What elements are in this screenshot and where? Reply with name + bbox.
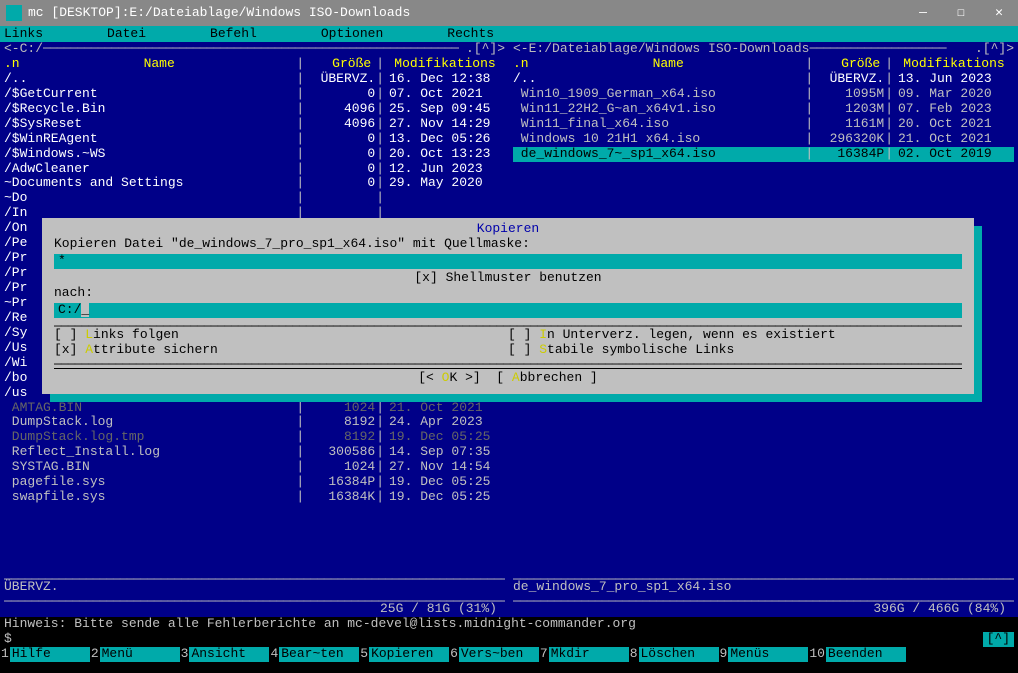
file-row[interactable]: AMTAG.BIN|1024|21. Oct 2021 bbox=[4, 401, 505, 416]
panels: <- C:/ ─────────────────────────────────… bbox=[0, 42, 1018, 617]
maximize-button[interactable]: ☐ bbox=[942, 0, 980, 26]
file-row[interactable]: /..|ÜBERVZ.|16. Dec 12:38 bbox=[4, 72, 505, 87]
fkey-1[interactable]: 1Hilfe bbox=[0, 647, 90, 662]
file-row[interactable]: /$SysReset|4096|27. Nov 14:29 bbox=[4, 117, 505, 132]
file-row[interactable]: DumpStack.log|8192|24. Apr 2023 bbox=[4, 415, 505, 430]
prompt-bar[interactable]: $ [^] bbox=[0, 632, 1018, 647]
fkey-9[interactable]: 9Menüs bbox=[719, 647, 809, 662]
file-row[interactable]: Win10_1909_German_x64.iso|1095M|09. Mar … bbox=[513, 87, 1014, 102]
file-row[interactable]: Win11_22H2_G~an_x64v1.iso|1203M|07. Feb … bbox=[513, 102, 1014, 117]
function-keys: 1Hilfe2Menü3Ansicht4Bear~ten5Kopieren6Ve… bbox=[0, 647, 1018, 662]
left-path[interactable]: C:/ bbox=[20, 42, 43, 57]
chk-links-folgen[interactable]: [ ] Links folgen bbox=[54, 328, 508, 343]
chk-unterverz[interactable]: [ ] In Unterverz. legen, wenn es existie… bbox=[508, 328, 962, 343]
file-row[interactable]: SYSTAG.BIN|1024|27. Nov 14:54 bbox=[4, 460, 505, 475]
dialog-dest-label: nach: bbox=[54, 286, 962, 301]
dialog-dest-input[interactable]: C:/_ bbox=[54, 303, 962, 318]
dialog-shellmuster[interactable]: [x] Shellmuster benutzen bbox=[54, 271, 962, 286]
right-prefix[interactable]: <- bbox=[513, 42, 529, 57]
menu-optionen[interactable]: Optionen bbox=[321, 27, 383, 42]
fkey-4[interactable]: 4Bear~ten bbox=[269, 647, 359, 662]
file-row[interactable]: Windows 10 21H1 x64.iso|296320K|21. Oct … bbox=[513, 132, 1014, 147]
dialog-title: Kopieren bbox=[54, 222, 962, 237]
right-footer: ────────────────────────────────────────… bbox=[513, 573, 1014, 617]
fkey-10[interactable]: 10Beenden bbox=[808, 647, 906, 662]
file-row[interactable]: ~Do|| bbox=[4, 191, 505, 206]
left-suffix[interactable]: .[^]> bbox=[466, 42, 505, 57]
close-button[interactable]: ✕ bbox=[980, 0, 1018, 26]
file-row[interactable]: /$GetCurrent|0|07. Oct 2021 bbox=[4, 87, 505, 102]
window-titlebar: mc [DESKTOP]:E:/Dateiablage/Windows ISO-… bbox=[0, 0, 1018, 26]
window-title: mc [DESKTOP]:E:/Dateiablage/Windows ISO-… bbox=[28, 6, 410, 21]
file-row[interactable]: swapfile.sys|16384K|19. Dec 05:25 bbox=[4, 490, 505, 505]
copy-dialog: Kopieren Kopieren Datei "de_windows_7_pr… bbox=[42, 218, 974, 394]
dialog-source-label: Kopieren Datei "de_windows_7_pro_sp1_x64… bbox=[54, 237, 962, 252]
left-col-header: .n Name| Größe| Modifikations bbox=[4, 57, 505, 72]
app-icon bbox=[6, 5, 22, 21]
fkey-8[interactable]: 8Löschen bbox=[629, 647, 719, 662]
menu-datei[interactable]: Datei bbox=[107, 27, 146, 42]
file-row[interactable]: /$Recycle.Bin|4096|25. Sep 09:45 bbox=[4, 102, 505, 117]
chk-attribute[interactable]: [x] Attribute sichern bbox=[54, 343, 508, 358]
dialog-source-input[interactable]: * bbox=[54, 254, 962, 269]
file-row[interactable]: Win11_final_x64.iso|1161M|20. Oct 2021 bbox=[513, 117, 1014, 132]
ok-button[interactable]: [< OK >] bbox=[418, 370, 480, 385]
file-row[interactable]: pagefile.sys|16384P|19. Dec 05:25 bbox=[4, 475, 505, 490]
fkey-7[interactable]: 7Mkdir bbox=[539, 647, 629, 662]
cancel-button[interactable]: [ Abbrechen ] bbox=[496, 370, 597, 385]
right-col-header: .n Name| Größe| Modifikations bbox=[513, 57, 1014, 72]
right-file-list[interactable]: /..|ÜBERVZ.|13. Jun 2023 Win10_1909_Germ… bbox=[513, 72, 1014, 162]
menu-links[interactable]: Links bbox=[4, 27, 43, 42]
file-row[interactable]: /AdwCleaner|0|12. Jun 2023 bbox=[4, 162, 505, 177]
fkey-5[interactable]: 5Kopieren bbox=[359, 647, 449, 662]
hint-bar: Hinweis: Bitte sende alle Fehlerberichte… bbox=[0, 617, 1018, 632]
left-footer: ────────────────────────────────────────… bbox=[4, 573, 505, 617]
file-row[interactable]: Reflect_Install.log|300586|14. Sep 07:35 bbox=[4, 445, 505, 460]
left-prefix[interactable]: <- bbox=[4, 42, 20, 57]
menubar: Links Datei Befehl Optionen Rechts bbox=[0, 26, 1018, 42]
file-row[interactable]: ~Documents and Settings|0|29. May 2020 bbox=[4, 176, 505, 191]
fkey-6[interactable]: 6Vers~ben bbox=[449, 647, 539, 662]
minimize-button[interactable]: — bbox=[904, 0, 942, 26]
file-row[interactable]: /$Windows.~WS|0|20. Oct 13:23 bbox=[4, 147, 505, 162]
file-row[interactable]: de_windows_7~_sp1_x64.iso|16384P|02. Oct… bbox=[513, 147, 1014, 162]
menu-rechts[interactable]: Rechts bbox=[447, 27, 494, 42]
fkey-3[interactable]: 3Ansicht bbox=[180, 647, 270, 662]
file-row[interactable]: /..|ÜBERVZ.|13. Jun 2023 bbox=[513, 72, 1014, 87]
file-row[interactable]: /$WinREAgent|0|13. Dec 05:26 bbox=[4, 132, 505, 147]
file-row[interactable]: DumpStack.log.tmp|8192|19. Dec 05:25 bbox=[4, 430, 505, 445]
right-suffix[interactable]: .[^]> bbox=[975, 42, 1014, 57]
fkey-2[interactable]: 2Menü bbox=[90, 647, 180, 662]
menu-befehl[interactable]: Befehl bbox=[210, 27, 257, 42]
right-path[interactable]: E:/Dateiablage/Windows ISO-Downloads bbox=[529, 42, 810, 57]
chk-stabile[interactable]: [ ] Stabile symbolische Links bbox=[508, 343, 962, 358]
